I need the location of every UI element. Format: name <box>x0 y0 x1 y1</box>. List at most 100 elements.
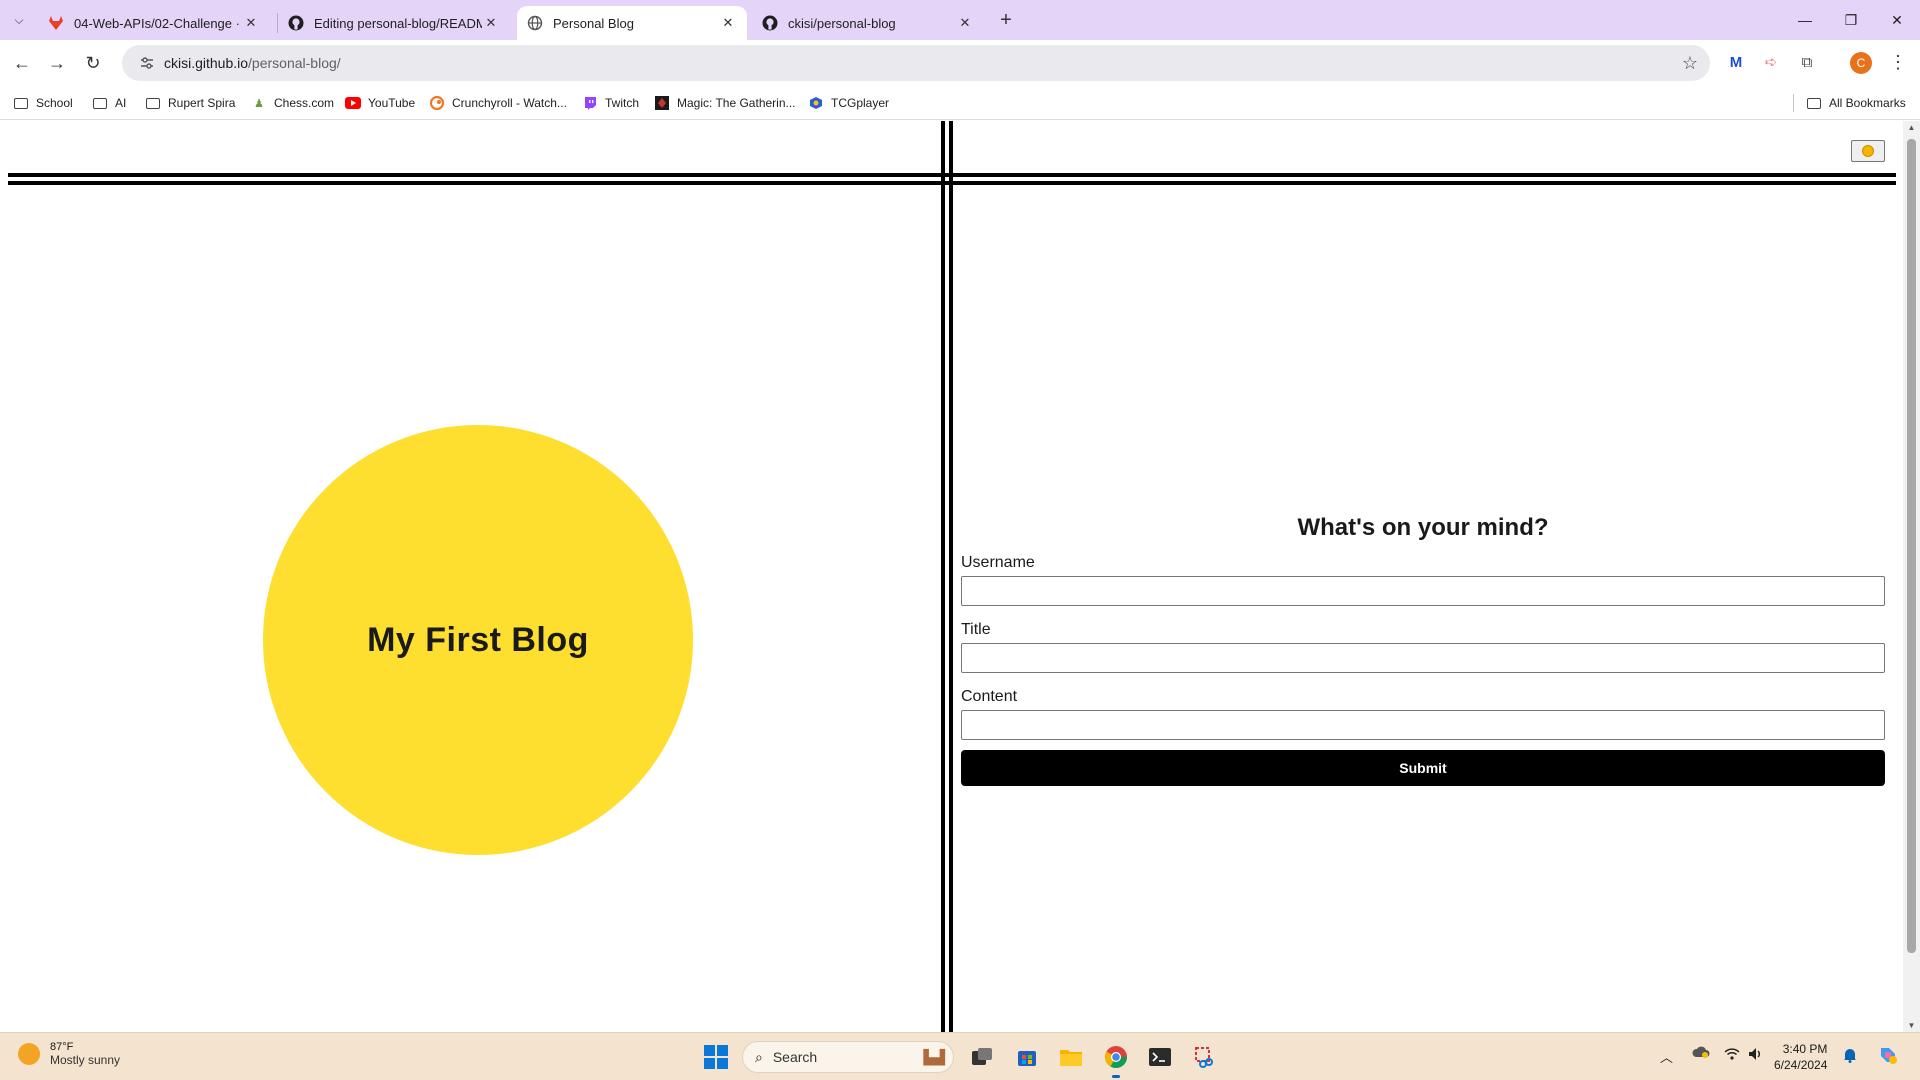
restore-icon: ❐ <box>1844 11 1858 28</box>
file-explorer-button[interactable] <box>1057 1043 1085 1071</box>
address-bar[interactable]: ckisi.github.io/personal-blog/ ☆ <box>122 45 1710 81</box>
page-scrollbar[interactable]: ▲ ▼ <box>1903 121 1920 1032</box>
taskbar: 87°F Mostly sunny ⌕ Search ▙▟ ︿ 3:40 PM <box>0 1032 1920 1080</box>
github-icon <box>288 15 304 31</box>
all-bookmarks-button[interactable]: All Bookmarks <box>1806 93 1906 113</box>
sun-icon <box>1862 145 1874 157</box>
tab-github-readme[interactable]: Editing personal-blog/READMI ✕ <box>278 6 510 40</box>
bookmark-label: TCGplayer <box>831 96 890 110</box>
windows-logo-icon <box>704 1045 728 1069</box>
url-host: ckisi.github.io <box>164 55 249 71</box>
scroll-up-arrow-icon[interactable]: ▲ <box>1907 123 1916 132</box>
search-icon: ⌕ <box>755 1048 763 1065</box>
microsoft-store-button[interactable] <box>1013 1043 1041 1071</box>
content-input[interactable] <box>961 710 1885 740</box>
task-view-button[interactable] <box>968 1043 996 1071</box>
bookmark-school[interactable]: School <box>13 93 73 113</box>
start-button[interactable] <box>702 1043 730 1071</box>
folder-icon <box>1060 1050 1082 1066</box>
tab-title: Editing personal-blog/READMI <box>314 15 482 31</box>
bookmark-crunchyroll[interactable]: Crunchyroll - Watch... <box>429 93 567 113</box>
bookmark-youtube[interactable]: YouTube <box>345 93 415 113</box>
menu-kebab-icon[interactable]: ⋮ <box>1886 50 1910 74</box>
malwarebytes-extension-icon[interactable]: M <box>1724 50 1748 74</box>
close-tab-icon[interactable]: ✕ <box>242 15 260 31</box>
arrow-left-icon: ← <box>13 52 31 73</box>
restore-button[interactable]: ❐ <box>1828 0 1874 40</box>
wifi-icon[interactable] <box>1724 1047 1740 1063</box>
terminal-icon <box>1149 1048 1171 1066</box>
theme-toggle-button[interactable] <box>1851 140 1885 162</box>
scroll-down-arrow-icon[interactable]: ▼ <box>1907 1021 1916 1030</box>
tray-overflow-chevron-icon[interactable]: ︿ <box>1660 1047 1673 1066</box>
close-tab-icon[interactable]: ✕ <box>956 15 974 31</box>
close-window-button[interactable]: ✕ <box>1874 0 1920 40</box>
folder-icon <box>145 96 161 110</box>
weather-widget[interactable]: 87°F Mostly sunny <box>18 1041 120 1067</box>
tab-gitlab-challenge[interactable]: 04-Web-APIs/02-Challenge · m ✕ <box>38 6 270 40</box>
reload-button[interactable]: ↻ <box>78 48 108 78</box>
username-input[interactable] <box>961 576 1885 606</box>
extensions-puzzle-icon[interactable]: ⧉ <box>1795 50 1819 74</box>
terminal-button[interactable] <box>1146 1043 1174 1071</box>
blog-title-circle: My First Blog <box>263 425 693 855</box>
close-tab-icon[interactable]: ✕ <box>482 15 500 31</box>
tab-github-repo[interactable]: ckisi/personal-blog ✕ <box>752 6 984 40</box>
copilot-icon[interactable] <box>1877 1044 1899 1069</box>
bookmark-rupert-spira[interactable]: Rupert Spira <box>145 93 235 113</box>
bookmark-chess[interactable]: ♟ Chess.com <box>251 93 334 113</box>
chess-icon: ♟ <box>254 97 264 110</box>
blog-title: My First Blog <box>367 620 589 659</box>
weather-condition: Mostly sunny <box>50 1053 121 1067</box>
bookmark-label: School <box>36 96 73 110</box>
title-input[interactable] <box>961 643 1885 673</box>
bookmark-ai[interactable]: AI <box>92 93 126 113</box>
blog-post-form: What's on your mind? Username Title Cont… <box>961 514 1885 786</box>
bookmark-label: Twitch <box>605 96 640 110</box>
minimize-button[interactable]: — <box>1782 0 1828 40</box>
task-view-icon <box>972 1048 992 1065</box>
minimize-icon: — <box>1798 12 1812 28</box>
search-highlight-icon: ▙▟ <box>923 1048 945 1065</box>
close-icon: ✕ <box>1891 11 1903 28</box>
youtube-icon <box>345 96 361 110</box>
bookmark-magic[interactable]: Magic: The Gatherin... <box>654 93 796 113</box>
bookmark-label: Crunchyroll - Watch... <box>452 96 567 110</box>
bookmark-twitch[interactable]: Twitch <box>582 93 639 113</box>
github-icon <box>762 15 778 31</box>
scrollbar-thumb[interactable] <box>1907 139 1916 953</box>
url-path: /personal-blog/ <box>248 55 341 71</box>
bookmark-label: YouTube <box>368 96 416 110</box>
chrome-button[interactable] <box>1102 1043 1130 1071</box>
bookmark-label: AI <box>115 96 127 110</box>
system-clock[interactable]: 3:40 PM 6/24/2024 <box>1774 1041 1827 1073</box>
username-label: Username <box>961 554 1035 571</box>
site-info-icon[interactable] <box>130 56 164 70</box>
content-label: Content <box>961 688 1018 705</box>
tcgplayer-icon <box>808 96 824 110</box>
clock-time: 3:40 PM <box>1782 1042 1828 1056</box>
weather-temperature: 87°F <box>50 1041 74 1053</box>
back-button[interactable]: ← <box>7 48 37 78</box>
onedrive-icon[interactable] <box>1692 1045 1710 1062</box>
forward-button[interactable]: → <box>42 48 72 78</box>
notification-bell-icon[interactable] <box>1843 1047 1857 1066</box>
bookmark-star-icon[interactable]: ☆ <box>1682 53 1698 74</box>
taskbar-search-label: Search <box>772 1049 818 1065</box>
volume-icon[interactable] <box>1748 1047 1764 1064</box>
close-tab-icon[interactable]: ✕ <box>719 15 737 31</box>
folder-icon <box>1806 96 1822 110</box>
snipping-tool-button[interactable] <box>1191 1043 1219 1071</box>
active-app-indicator <box>1112 1075 1120 1078</box>
extension-arrow-icon[interactable]: ➪ <box>1759 50 1783 74</box>
tab-search-button[interactable]: ⌵ <box>6 8 32 32</box>
bookmark-tcgplayer[interactable]: TCGplayer <box>808 93 889 113</box>
profile-avatar[interactable]: C <box>1850 52 1872 74</box>
new-tab-button[interactable]: + <box>994 8 1018 32</box>
submit-button[interactable]: Submit <box>961 750 1885 786</box>
bookmark-label: Chess.com <box>274 96 335 110</box>
tab-personal-blog[interactable]: Personal Blog ✕ <box>517 6 747 40</box>
arrow-right-icon: → <box>48 52 66 73</box>
taskbar-search[interactable]: ⌕ Search ▙▟ <box>742 1041 954 1073</box>
chrome-icon <box>1105 1046 1127 1068</box>
